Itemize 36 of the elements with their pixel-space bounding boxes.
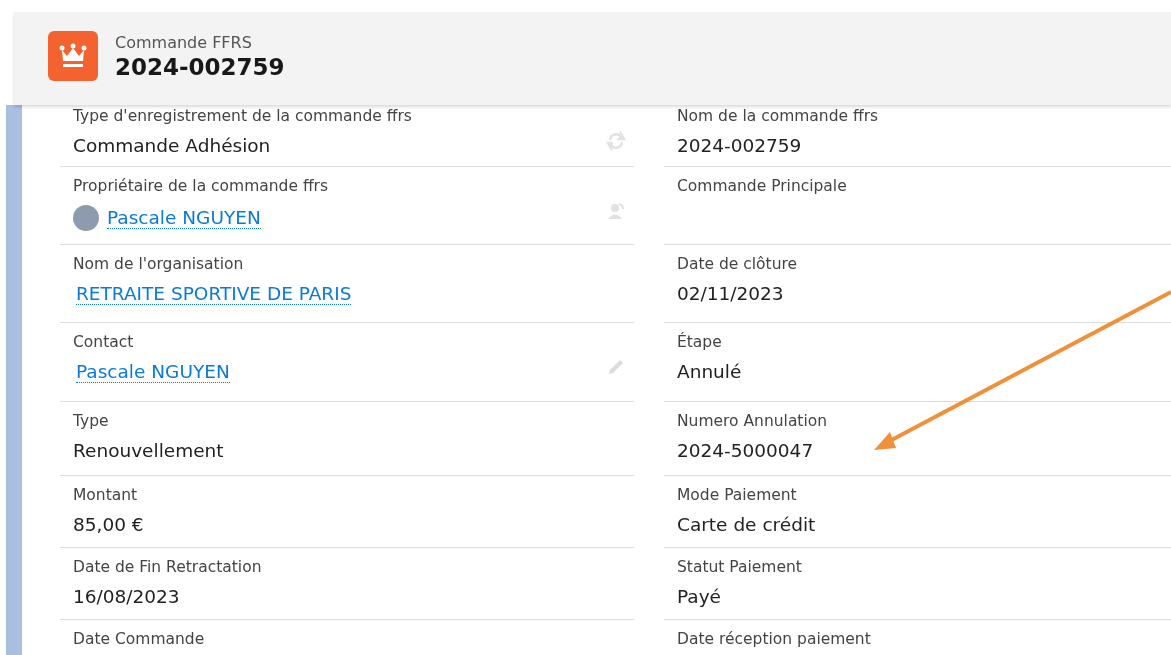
user-link[interactable]: Pascale NGUYEN	[107, 207, 261, 229]
edit-icon[interactable]	[606, 357, 626, 377]
field-value: 85,00 €	[73, 514, 144, 535]
change-owner-icon[interactable]	[606, 201, 626, 221]
record-link[interactable]: RETRAITE SPORTIVE DE PARIS	[76, 283, 352, 305]
field-value: Commande Adhésion	[73, 135, 271, 156]
field-value: 2024-5000047	[677, 440, 814, 461]
field-label: Nom de l'organisation	[73, 255, 245, 273]
field-label: Montant	[73, 486, 139, 504]
field-label: Mode Paiement	[677, 486, 798, 504]
field-value: Renouvellement	[73, 440, 224, 461]
field-label: Propriétaire de la commande ffrs	[73, 177, 329, 195]
field-label: Commande Principale	[677, 177, 848, 195]
field-label: Statut Paiement	[677, 558, 803, 576]
object-type: Commande FFRS	[115, 32, 253, 52]
field-label: Date de clôture	[677, 255, 799, 273]
field-label: Date réception paiement	[677, 630, 872, 648]
swap-icon[interactable]	[606, 131, 626, 151]
field-value: Payé	[677, 586, 721, 607]
record-link[interactable]: Pascale NGUYEN	[76, 361, 230, 383]
field-label: Nom de la commande ffrs	[677, 107, 880, 125]
record-title: 2024-002759	[115, 53, 285, 80]
avatar-icon	[73, 205, 99, 231]
crown-icon	[48, 31, 98, 81]
field-label: Date Commande	[73, 630, 206, 648]
field-value: Annulé	[677, 361, 742, 382]
field-value: 02/11/2023	[677, 283, 784, 304]
field-label: Numero Annulation	[677, 412, 829, 430]
field-value: 16/08/2023	[73, 586, 180, 607]
field-label: Type d'enregistrement de la commande ffrs	[73, 107, 413, 125]
field-label: Contact	[73, 333, 135, 351]
field-value: Carte de crédit	[677, 514, 816, 535]
field-label: Type	[73, 412, 110, 430]
field-value: 2024-002759	[677, 135, 802, 156]
field-label: Étape	[677, 333, 723, 351]
field-label: Date de Fin Retractation	[73, 558, 263, 576]
